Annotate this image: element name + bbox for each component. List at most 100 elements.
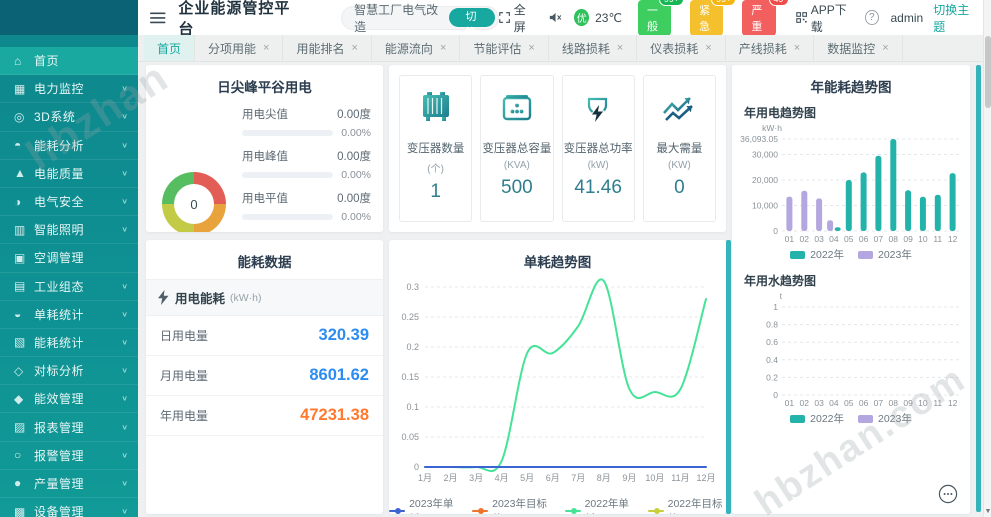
page-scrollbar[interactable]: ▼ xyxy=(983,0,991,517)
tab-线路损耗[interactable]: 线路损耗 × xyxy=(548,35,638,61)
legend-bar-marker xyxy=(790,250,806,259)
sidebar-item-hvac[interactable]: ▣ 空调管理 xyxy=(0,244,138,273)
three-d-system-icon: ◎ xyxy=(14,109,25,124)
tab-数据监控[interactable]: 数据监控 × xyxy=(814,35,903,61)
center-scrollbar-thumb[interactable] xyxy=(726,240,731,514)
chevron-down-icon: ∨ xyxy=(121,309,128,318)
sidebar-item-electrical-safety[interactable]: ◑ 电气安全 ∨ xyxy=(0,188,138,217)
energy-row-label: 日用电量 xyxy=(160,329,209,343)
tab-close-icon[interactable]: × xyxy=(528,42,534,54)
peak-row: 用电峰值 0.00度 0.00% xyxy=(242,148,371,181)
sidebar-item-industrial-scada[interactable]: ▤ 工业组态 ∨ xyxy=(0,273,138,301)
legend-2023年单耗[interactable]: 2023年单耗 xyxy=(389,496,458,514)
donut-center-value: 0 xyxy=(174,184,214,224)
tab-产线损耗[interactable]: 产线损耗 × xyxy=(725,35,815,61)
sidebar-item-device-mgmt[interactable]: ▩ 设备管理 ∨ xyxy=(0,498,138,517)
svg-text:10: 10 xyxy=(918,398,928,408)
lightning-icon xyxy=(158,290,169,305)
progress-track xyxy=(242,130,334,136)
sidebar-item-energy-analysis[interactable]: ◓ 能耗分析 ∨ xyxy=(0,132,138,160)
tab-close-icon[interactable]: × xyxy=(882,42,888,54)
stat-label: 变压器数量 xyxy=(406,143,465,155)
sidebar-item-label: 对标分析 xyxy=(34,364,85,379)
fullscreen-button[interactable]: 全屏 xyxy=(498,1,535,35)
legend-line-marker xyxy=(472,508,489,514)
tab-仪表损耗[interactable]: 仪表损耗 × xyxy=(637,35,726,61)
tab-首页[interactable]: 首页 xyxy=(144,35,196,61)
legend-2022年单耗[interactable]: 2022年单耗 xyxy=(564,496,634,514)
tab-能源流向[interactable]: 能源流向 × xyxy=(371,35,461,61)
progress-track xyxy=(242,172,334,178)
chevron-down-icon: ∨ xyxy=(121,507,128,516)
tab-close-icon[interactable]: × xyxy=(263,42,269,54)
tab-分项用能[interactable]: 分项用能 × xyxy=(195,35,284,61)
sidebar-item-energy-stats[interactable]: ▧ 能耗统计 ∨ xyxy=(0,329,138,358)
app-download-button[interactable]: APP下载 xyxy=(795,1,853,35)
svg-text:6月: 6月 xyxy=(546,473,560,483)
mute-icon[interactable] xyxy=(549,11,562,24)
stat-unit: (KW) xyxy=(667,160,691,171)
report-mgmt-icon: ▨ xyxy=(14,420,26,435)
legend-2022年[interactable]: 2022年 xyxy=(790,411,844,426)
peak-row-label: 用电尖值 xyxy=(242,109,288,121)
sidebar-item-output-mgmt[interactable]: ● 产量管理 ∨ xyxy=(0,470,138,498)
legend-2023年目标值[interactable]: 2023年目标值 xyxy=(472,496,550,514)
svg-text:1: 1 xyxy=(773,302,778,312)
scrollbar-down-arrow[interactable]: ▼ xyxy=(984,508,991,515)
page-title: 企业能源管控平台 xyxy=(178,0,291,38)
switch-project-button[interactable]: 切换 xyxy=(449,8,495,39)
menu-collapse-icon[interactable] xyxy=(150,11,166,25)
chevron-down-icon: ∨ xyxy=(121,338,128,347)
tab-close-icon[interactable]: × xyxy=(351,42,357,54)
sidebar-item-label: 空调管理 xyxy=(34,251,85,266)
sidebar-item-report-mgmt[interactable]: ▨ 报表管理 ∨ xyxy=(0,413,138,442)
alarm-badge-严重[interactable]: 严重 49 xyxy=(742,0,789,36)
legend-line-marker xyxy=(564,508,581,514)
sidebar-item-efficiency-mgmt[interactable]: ◆ 能效管理 ∨ xyxy=(0,385,138,414)
legend-2022年目标值[interactable]: 2022年目标值 xyxy=(647,496,726,514)
svg-text:11: 11 xyxy=(933,234,942,244)
tab-close-icon[interactable]: × xyxy=(794,42,800,54)
chat-bubble-icon[interactable] xyxy=(938,484,958,504)
tab-label: 分项用能 xyxy=(208,41,257,56)
alarm-badge-紧急[interactable]: 紧急99+ xyxy=(690,0,737,36)
legend-2023年[interactable]: 2023年 xyxy=(858,411,912,426)
legend-2022年[interactable]: 2022年 xyxy=(790,247,844,262)
tab-用能排名[interactable]: 用能排名 × xyxy=(283,35,372,61)
sidebar-item-home[interactable]: ⌂ 首页 xyxy=(0,47,138,76)
sidebar-item-smart-lighting[interactable]: ▥ 智能照明 ∨ xyxy=(0,216,138,245)
alarm-badge-label: 紧急 xyxy=(699,4,711,33)
sidebar-item-benchmark-analysis[interactable]: ◇ 对标分析 ∨ xyxy=(0,357,138,386)
progress-track xyxy=(242,214,334,220)
tab-close-icon[interactable]: × xyxy=(705,42,711,54)
alarm-badge-label: 一般 xyxy=(646,4,658,33)
legend-label: 2022年 xyxy=(810,249,844,261)
sidebar-item-power-monitor[interactable]: ▦ 电力监控 ∨ xyxy=(0,75,138,104)
page-scrollbar-thumb[interactable] xyxy=(985,36,991,108)
section-unit: (kW·h) xyxy=(230,291,262,304)
benchmark-analysis-icon: ◇ xyxy=(14,363,24,378)
legend-dot xyxy=(653,508,660,514)
tab-close-icon[interactable]: × xyxy=(617,42,623,54)
right-panel-scrollbar-thumb[interactable] xyxy=(976,65,981,512)
legend-2023年[interactable]: 2023年 xyxy=(858,247,912,262)
sidebar-item-alarm-mgmt[interactable]: ○ 报警管理 ∨ xyxy=(0,442,138,470)
svg-text:12: 12 xyxy=(948,398,958,408)
svg-text:08: 08 xyxy=(889,398,899,408)
username[interactable]: admin xyxy=(891,11,924,25)
alarm-badge-一般[interactable]: 一般99+ xyxy=(637,0,685,36)
hvac-icon: ▣ xyxy=(14,250,26,265)
tab-节能评估[interactable]: 节能评估 × xyxy=(460,35,549,61)
help-icon[interactable]: ? xyxy=(865,10,879,25)
sidebar-item-three-d-system[interactable]: ◎ 3D系统 ∨ xyxy=(0,103,138,132)
svg-text:0: 0 xyxy=(773,390,778,400)
tab-close-icon[interactable]: × xyxy=(440,42,446,54)
svg-text:0.2: 0.2 xyxy=(766,372,778,382)
sidebar-item-unit-consumption[interactable]: ◒ 单耗统计 ∨ xyxy=(0,301,138,329)
switch-theme-link[interactable]: 切换主题 xyxy=(933,1,975,35)
tab-label: 数据监控 xyxy=(827,41,876,56)
main-content: 日尖峰平谷用电 0 用电尖值 0.00度 0.00% 用电峰值 0.00度 0.00% 用电… xyxy=(138,62,991,517)
energy-row-value: 320.39 xyxy=(318,326,369,344)
project-selector[interactable]: 智慧工厂电气改造 切换 xyxy=(341,3,499,39)
sidebar-item-power-quality[interactable]: ▲ 电能质量 ∨ xyxy=(0,160,138,188)
